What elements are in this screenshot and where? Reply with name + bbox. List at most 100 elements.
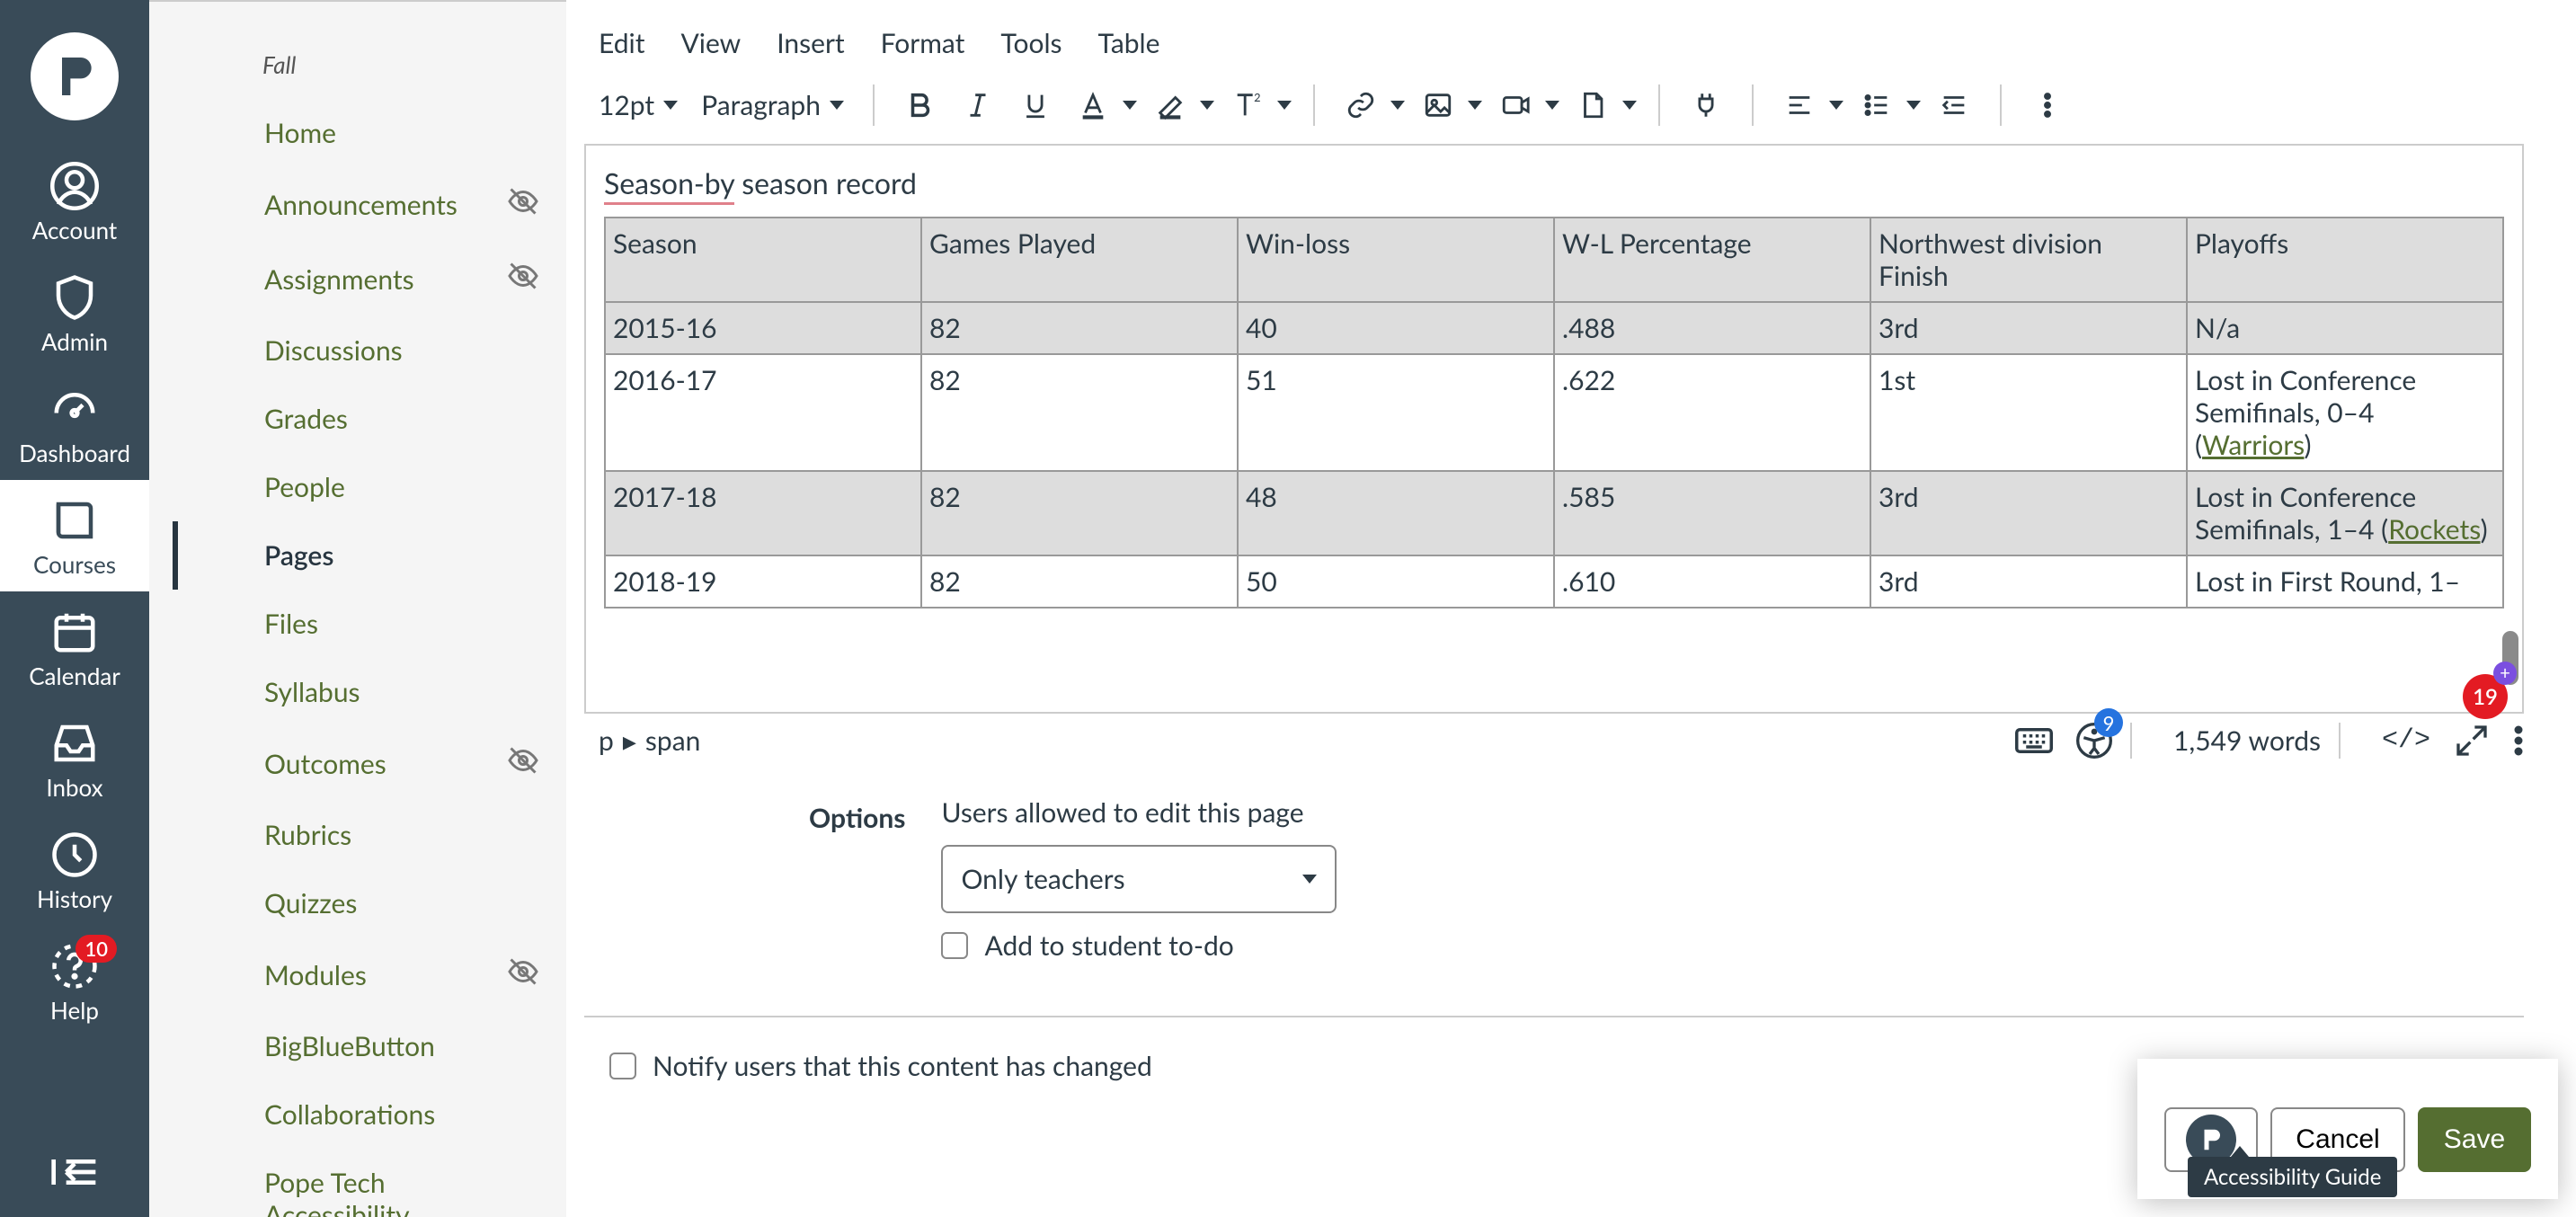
- rich-text-editor[interactable]: Season-by season record Season Games Pla…: [586, 146, 2522, 712]
- menu-view[interactable]: View: [680, 27, 741, 59]
- underline-button[interactable]: [1011, 81, 1060, 129]
- bold-button[interactable]: [896, 81, 945, 129]
- chevron-down-icon: [1906, 101, 1921, 110]
- collapse-nav-button[interactable]: [49, 1131, 100, 1217]
- course-nav-discussions[interactable]: Discussions: [173, 316, 566, 385]
- course-nav-pages[interactable]: Pages: [173, 521, 566, 590]
- superscript-button[interactable]: 2: [1223, 81, 1292, 129]
- student-todo-label: Add to student to-do: [984, 929, 1233, 962]
- book-icon: [50, 496, 99, 545]
- hidden-icon: [507, 260, 539, 298]
- chevron-down-icon: [1545, 101, 1559, 110]
- chevron-down-icon: [1829, 101, 1843, 110]
- course-nav-quizzes[interactable]: Quizzes: [173, 869, 566, 937]
- more-button[interactable]: [2023, 81, 2072, 129]
- course-nav-bigbluebutton[interactable]: BigBlueButton: [173, 1012, 566, 1080]
- chevron-down-icon: [1200, 101, 1214, 110]
- course-nav-outcomes[interactable]: Outcomes: [173, 726, 566, 801]
- highlight-button[interactable]: [1146, 81, 1214, 129]
- nav-dashboard[interactable]: Dashboard: [0, 369, 149, 480]
- user-icon: [50, 162, 99, 210]
- a11y-count-badge: 9: [2094, 708, 2123, 737]
- content-heading: Season-by season record: [604, 165, 2504, 200]
- nav-help[interactable]: 10 Help: [0, 926, 149, 1037]
- course-nav-people[interactable]: People: [173, 453, 566, 521]
- hidden-icon: [507, 955, 539, 994]
- element-path[interactable]: p ▸ span: [599, 724, 700, 758]
- action-panel: Cancel Save Accessibility Guide: [2137, 1059, 2558, 1199]
- triangle-right-icon: ▸: [623, 724, 636, 758]
- menu-table[interactable]: Table: [1098, 27, 1160, 59]
- menu-insert[interactable]: Insert: [777, 27, 844, 59]
- app-logo[interactable]: [31, 32, 119, 120]
- course-nav-modules[interactable]: Modules: [173, 937, 566, 1012]
- nav-inbox[interactable]: Inbox: [0, 703, 149, 814]
- italic-button[interactable]: [954, 81, 1002, 129]
- editor-frame: Season-by season record Season Games Pla…: [584, 144, 2524, 714]
- table-row: 2017-18 82 48 .585 3rd Lost in Conferenc…: [605, 471, 2503, 555]
- nav-label: Inbox: [46, 773, 102, 802]
- nav-account[interactable]: Account: [0, 146, 149, 257]
- chevron-down-icon: [1277, 101, 1292, 110]
- save-button[interactable]: Save: [2418, 1107, 2531, 1172]
- menu-tools[interactable]: Tools: [1000, 27, 1061, 59]
- course-nav-home[interactable]: Home: [173, 99, 566, 167]
- keyboard-shortcuts-button[interactable]: [2015, 727, 2053, 754]
- fullscreen-button[interactable]: [2454, 723, 2490, 759]
- html-editor-button[interactable]: </>: [2382, 725, 2430, 756]
- a11y-checker-button[interactable]: 9: [2076, 723, 2112, 759]
- table-row: 2016-17 82 51 .622 1st Lost in Conferenc…: [605, 354, 2503, 471]
- course-nav-files[interactable]: Files: [173, 590, 566, 658]
- block-format-select[interactable]: Paragraph: [694, 84, 851, 127]
- notify-checkbox[interactable]: [609, 1053, 636, 1079]
- outdent-button[interactable]: [1930, 81, 1978, 129]
- font-size-select[interactable]: 12pt: [591, 84, 685, 127]
- chevron-down-icon: [1390, 101, 1405, 110]
- course-nav-announcements[interactable]: Announcements: [173, 167, 566, 242]
- edit-permissions-select[interactable]: Only teachers: [941, 845, 1337, 913]
- document-button[interactable]: [1568, 81, 1637, 129]
- menu-format[interactable]: Format: [881, 27, 965, 59]
- chevron-down-icon: [1468, 101, 1482, 110]
- options-label: Options: [809, 796, 905, 962]
- align-button[interactable]: [1775, 81, 1843, 129]
- nav-courses[interactable]: Courses: [0, 480, 149, 591]
- course-nav-collaborations[interactable]: Collaborations: [173, 1080, 566, 1149]
- course-term: Fall: [173, 14, 566, 88]
- help-badge: 10: [76, 935, 117, 963]
- nav-calendar[interactable]: Calendar: [0, 591, 149, 703]
- calendar-icon: [50, 608, 99, 656]
- link-rockets[interactable]: Rockets: [2388, 513, 2480, 546]
- course-nav-grades[interactable]: Grades: [173, 385, 566, 453]
- student-todo-checkbox[interactable]: [941, 932, 968, 959]
- course-nav-rubrics[interactable]: Rubrics: [173, 801, 566, 869]
- global-nav: Account Admin Dashboard Courses Calendar…: [0, 0, 149, 1217]
- course-nav-syllabus[interactable]: Syllabus: [173, 658, 566, 726]
- course-nav-popetech[interactable]: Pope Tech Accessibility: [173, 1149, 566, 1217]
- clock-icon: [50, 831, 99, 879]
- menu-edit[interactable]: Edit: [599, 27, 644, 59]
- course-nav-assignments[interactable]: Assignments: [173, 242, 566, 316]
- nav-label: Dashboard: [19, 439, 130, 467]
- table-row: 2015-16 82 40 .488 3rd N/a: [605, 302, 2503, 354]
- chevron-down-icon: [1302, 875, 1317, 884]
- word-count[interactable]: 1,549 words: [2173, 724, 2321, 757]
- link-button[interactable]: [1337, 81, 1405, 129]
- more-status-button[interactable]: [2513, 724, 2524, 757]
- page-options: Options Users allowed to edit this page …: [566, 768, 2576, 980]
- image-button[interactable]: [1414, 81, 1482, 129]
- nav-admin[interactable]: Admin: [0, 257, 149, 369]
- svg-text:2: 2: [1254, 90, 1260, 104]
- app-plugin-button[interactable]: [1682, 81, 1730, 129]
- nav-label: History: [37, 884, 112, 913]
- link-warriors[interactable]: Warriors: [2202, 429, 2305, 461]
- nav-label: Account: [32, 216, 118, 244]
- table-row: 2018-19 82 50 .610 3rd Lost in First Rou…: [605, 555, 2503, 608]
- nav-label: Help: [50, 996, 99, 1025]
- text-color-button[interactable]: [1069, 81, 1137, 129]
- list-button[interactable]: [1852, 81, 1921, 129]
- nav-label: Admin: [41, 327, 108, 356]
- chevron-down-icon: [1622, 101, 1637, 110]
- media-button[interactable]: [1491, 81, 1559, 129]
- nav-history[interactable]: History: [0, 814, 149, 926]
